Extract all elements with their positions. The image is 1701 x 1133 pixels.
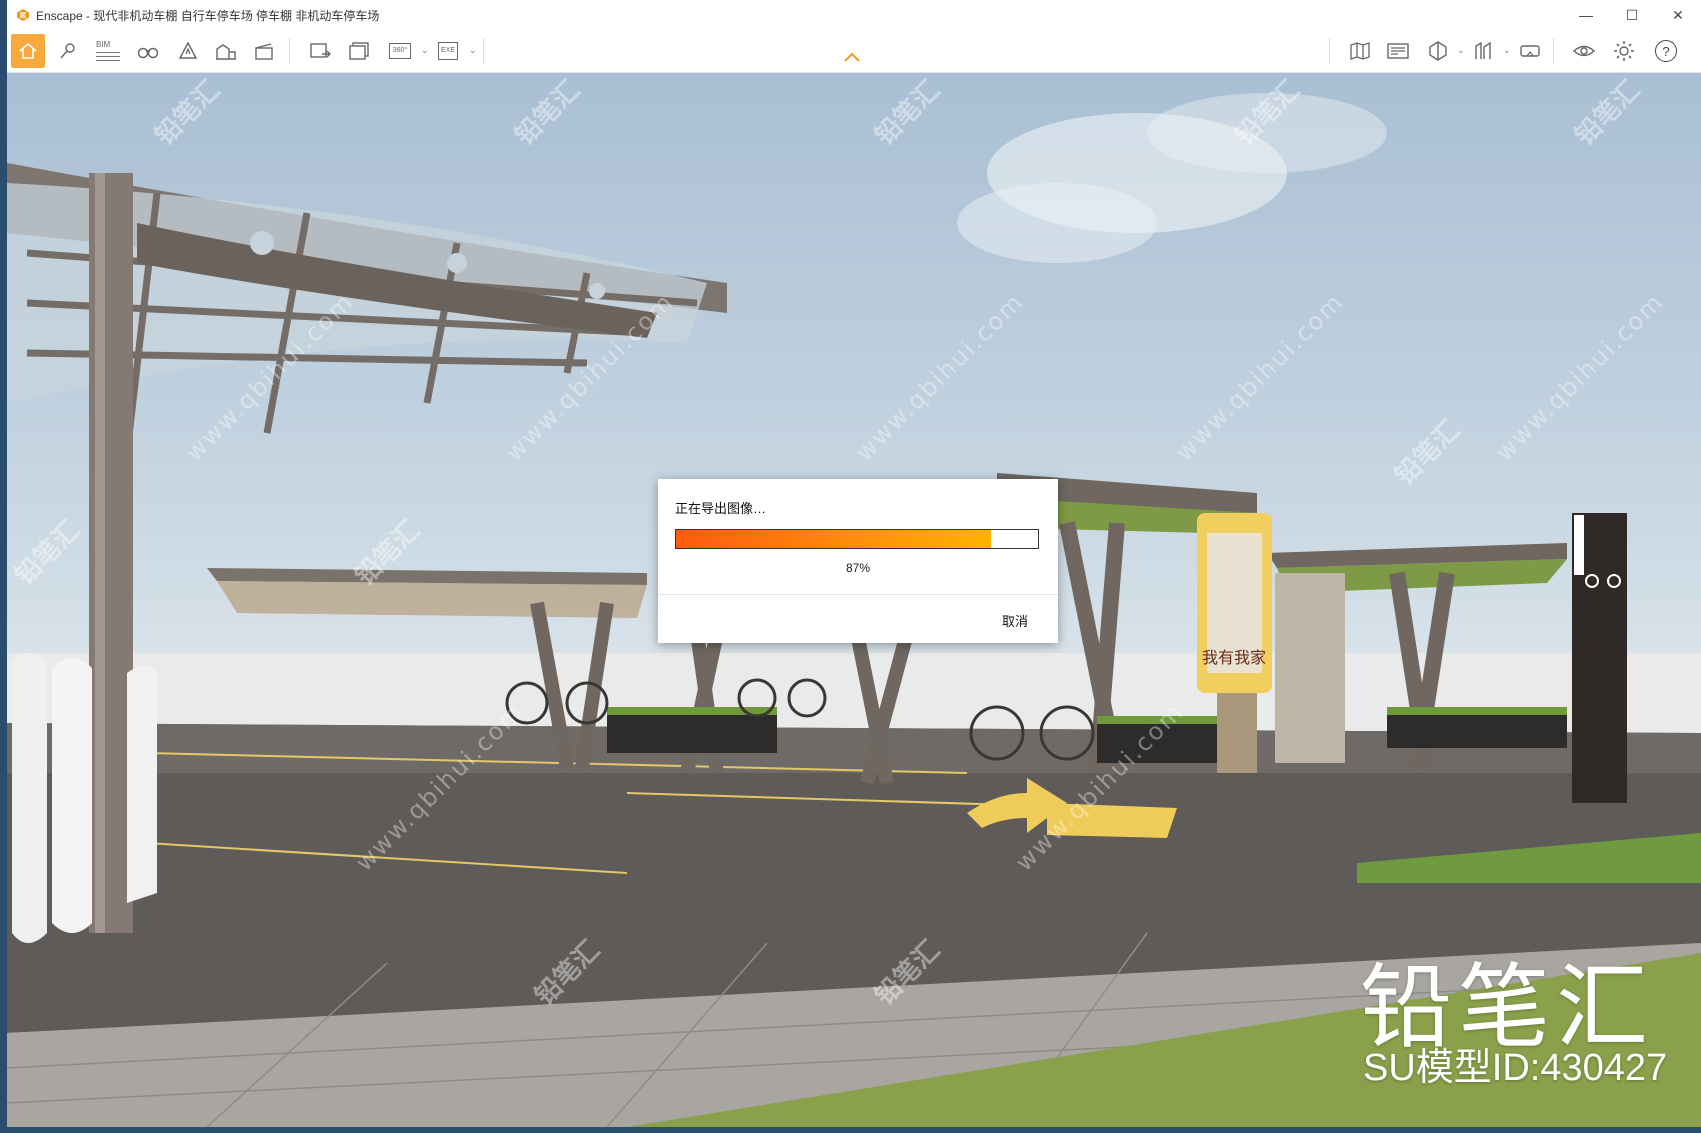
- document-title: 现代非机动车棚 自行车停车场 停车棚 非机动车停车场: [93, 8, 380, 23]
- sections-icon: [1475, 41, 1491, 59]
- cube-view-button[interactable]: [1421, 34, 1455, 68]
- batch-render-button[interactable]: [343, 34, 377, 68]
- enscape-logo-icon: [17, 9, 29, 21]
- visibility-button[interactable]: [1567, 34, 1601, 68]
- map-button[interactable]: [1343, 34, 1377, 68]
- close-button[interactable]: ✕: [1655, 0, 1701, 30]
- settings-button[interactable]: [1607, 34, 1641, 68]
- maximize-icon: ☐: [1625, 6, 1639, 23]
- help-button[interactable]: ?: [1649, 34, 1683, 68]
- maximize-button[interactable]: ☐: [1609, 0, 1655, 30]
- chevron-down-icon[interactable]: ⌄: [1503, 45, 1511, 56]
- binoculars-button[interactable]: [131, 34, 165, 68]
- enscape-window: Enscape - 现代非机动车棚 自行车停车场 停车棚 非机动车停车场 — ☐…: [7, 0, 1701, 1127]
- settings-gear-icon: [1614, 41, 1634, 61]
- window-controls: — ☐ ✕: [1563, 0, 1701, 30]
- batch-render-icon: [349, 42, 369, 60]
- toolbar-separator: [289, 38, 290, 64]
- progress-percent-label: 87%: [845, 561, 871, 575]
- visibility-eye-icon: [1572, 45, 1596, 57]
- buildings-icon: [216, 44, 236, 60]
- window-title: Enscape - 现代非机动车棚 自行车停车场 停车棚 非机动车停车场: [36, 8, 380, 23]
- asset-library-icon: [178, 41, 198, 59]
- dialog-title: 正在导出图像…: [675, 501, 767, 516]
- web-standalone-icon: [1387, 43, 1409, 59]
- toolbar-separator: [483, 38, 484, 64]
- web-standalone-button[interactable]: [1381, 34, 1415, 68]
- progress-fill: [676, 530, 991, 548]
- video-editor-button[interactable]: [247, 34, 281, 68]
- exe-export-icon: EXE: [438, 42, 458, 60]
- export-progress-bar: [675, 529, 1039, 549]
- minimize-button[interactable]: —: [1563, 0, 1609, 30]
- chevron-down-icon[interactable]: ⌄: [421, 45, 429, 56]
- video-editor-icon: [255, 43, 273, 60]
- vr-headset-icon: [1520, 45, 1540, 57]
- exe-export-button[interactable]: EXE: [431, 34, 465, 68]
- panorama-360-icon: 360°: [389, 43, 411, 59]
- chevron-down-icon[interactable]: ⌄: [469, 45, 477, 56]
- sections-button[interactable]: [1467, 34, 1501, 68]
- bim-button[interactable]: BIM: [91, 34, 125, 68]
- help-label: ?: [1662, 43, 1670, 59]
- toolbar-separator: [1553, 38, 1554, 64]
- bim-list-icon: BIM: [96, 41, 120, 61]
- vr-headset-button[interactable]: [1513, 34, 1547, 68]
- home-icon: [19, 42, 37, 59]
- binoculars-icon: [137, 47, 159, 59]
- collapse-toolbar-chevron-icon[interactable]: [843, 50, 861, 64]
- toolbar-separator: [1329, 38, 1330, 64]
- help-icon: ?: [1655, 40, 1677, 62]
- dialog-divider: [658, 594, 1058, 595]
- export-image-button[interactable]: [303, 34, 337, 68]
- map-icon: [1350, 42, 1370, 60]
- title-bar: Enscape - 现代非机动车棚 自行车停车场 停车棚 非机动车停车场 — ☐…: [7, 0, 1701, 30]
- export-image-icon: [310, 43, 331, 58]
- close-icon: ✕: [1672, 6, 1684, 23]
- kiosk-poster-text: 我有我家: [1202, 648, 1266, 667]
- panorama-360-button[interactable]: 360°: [383, 34, 417, 68]
- model-id-watermark: SU模型ID:430427: [1363, 1047, 1668, 1089]
- cancel-button[interactable]: 取消: [1002, 611, 1028, 630]
- panorama-360-label: 360°: [392, 47, 408, 54]
- exe-label: EXE: [440, 47, 455, 54]
- cube-view-icon: [1429, 41, 1447, 61]
- views-button[interactable]: [51, 34, 85, 68]
- export-progress-dialog: 正在导出图像… 87% 取消: [658, 479, 1058, 643]
- app-name: Enscape: [36, 8, 83, 23]
- minimize-icon: —: [1579, 7, 1593, 23]
- chevron-down-icon[interactable]: ⌄: [1457, 45, 1465, 56]
- location-pin-icon: [60, 43, 75, 59]
- bim-label: BIM: [96, 40, 111, 49]
- buildings-button[interactable]: [209, 34, 243, 68]
- home-button[interactable]: [11, 34, 45, 68]
- asset-library-button[interactable]: [171, 34, 205, 68]
